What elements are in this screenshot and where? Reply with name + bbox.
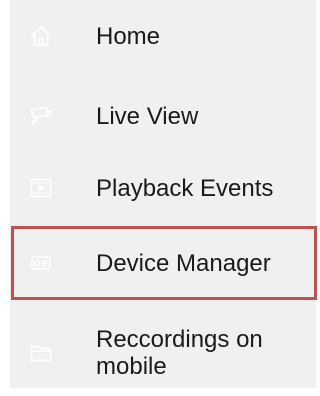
menu-item-label: Reccordings on mobile [96, 326, 263, 380]
home-icon [28, 23, 54, 49]
menu-item-device-manager[interactable]: Device Manager [10, 226, 316, 300]
menu-item-label: Device Manager [96, 249, 271, 277]
side-menu: Home Live View Playback Events Device Ma… [10, 0, 316, 388]
folder-icon [28, 340, 54, 366]
menu-item-label: Live View [96, 102, 199, 130]
menu-item-recordings-on-mobile[interactable]: Reccordings on mobile [10, 318, 316, 388]
menu-item-label: Playback Events [96, 174, 274, 202]
menu-item-live-view[interactable]: Live View [10, 94, 316, 138]
video-playback-icon [28, 175, 54, 201]
menu-item-playback-events[interactable]: Playback Events [10, 166, 316, 210]
menu-item-home[interactable]: Home [10, 14, 316, 58]
menu-item-label: Home [96, 22, 161, 50]
camera-icon [28, 103, 54, 129]
device-manager-icon [28, 250, 54, 276]
